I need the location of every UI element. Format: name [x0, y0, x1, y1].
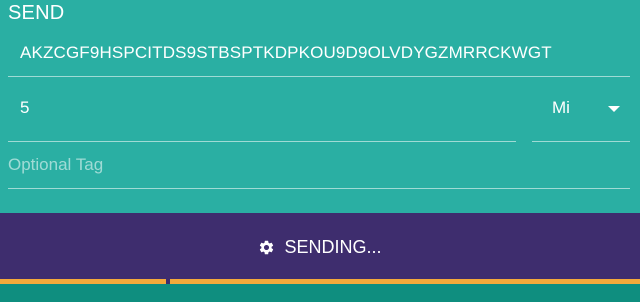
- address-field[interactable]: AKZCGF9HSPCITDS9STBSPTKDPKOU9D9OLVDYGZMR…: [8, 35, 630, 77]
- amount-field[interactable]: 5: [8, 86, 516, 142]
- send-button-content: SENDING...: [258, 236, 382, 258]
- send-button[interactable]: SENDING...: [0, 213, 640, 279]
- optional-tag-field[interactable]: [8, 146, 630, 189]
- footer-strip: [0, 284, 640, 302]
- unit-selected-value: Mi: [552, 98, 570, 117]
- address-value: AKZCGF9HSPCITDS9STBSPTKDPKOU9D9OLVDYGZMR…: [20, 43, 552, 62]
- send-button-label: SENDING...: [284, 236, 382, 257]
- optional-tag-input[interactable]: [8, 150, 608, 180]
- amount-value: 5: [20, 98, 30, 117]
- unit-select[interactable]: Mi: [532, 86, 630, 142]
- gear-icon: [260, 240, 274, 254]
- caret-down-icon[interactable]: [608, 106, 620, 112]
- page-title: SEND: [8, 2, 65, 24]
- send-panel: SEND AKZCGF9HSPCITDS9STBSPTKDPKOU9D9OLVD…: [0, 0, 640, 213]
